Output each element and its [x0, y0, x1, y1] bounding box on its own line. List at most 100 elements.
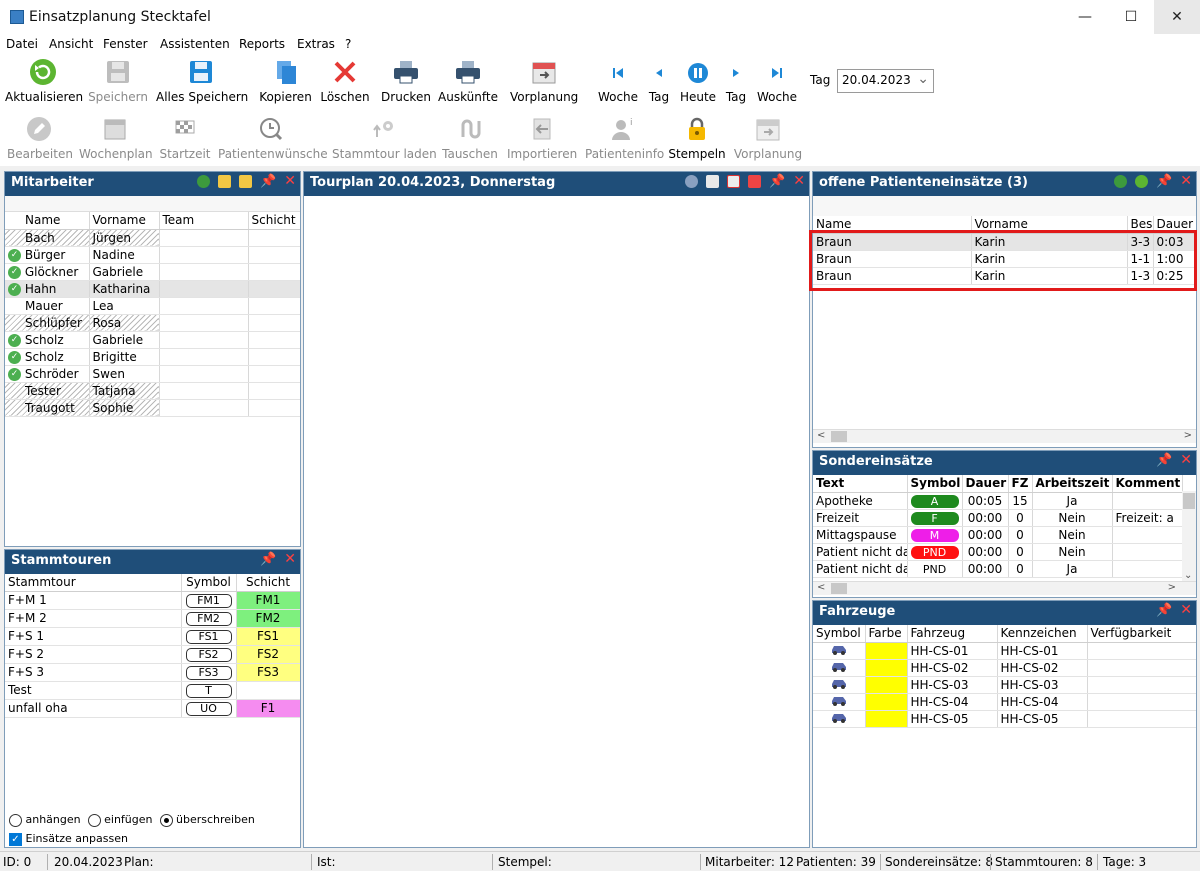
pin-icon[interactable]: 📌: [1156, 604, 1172, 617]
today-button[interactable]: Heute: [678, 62, 718, 104]
swap-button[interactable]: Tauschen: [441, 115, 499, 161]
close-icon[interactable]: ✕: [1180, 174, 1192, 188]
pin-icon[interactable]: 📌: [769, 175, 785, 188]
col-schicht[interactable]: Schicht: [236, 574, 300, 592]
pin-icon[interactable]: 📌: [1156, 454, 1172, 467]
close-window-button[interactable]: ✕: [1154, 0, 1200, 34]
col-symbol[interactable]: Symbol: [907, 475, 963, 493]
menu-assistenten[interactable]: Assistenten: [160, 37, 230, 51]
table-row[interactable]: Tester Tatjana: [5, 382, 300, 400]
col-schicht[interactable]: Schicht: [248, 212, 300, 230]
table-row[interactable]: Test T: [5, 681, 300, 700]
col-verfuegbarkeit[interactable]: Verfügbarkeit: [1087, 625, 1196, 643]
minimize-button[interactable]: —: [1062, 0, 1108, 34]
menu-datei[interactable]: Datei: [6, 37, 38, 51]
book-icon[interactable]: [706, 175, 720, 188]
table-row[interactable]: HH-CS-02 HH-CS-02: [813, 659, 1196, 677]
prev-week-button[interactable]: Woche: [596, 62, 640, 104]
menu-extras[interactable]: Extras: [297, 37, 335, 51]
import-button[interactable]: Importieren: [507, 115, 577, 161]
close-icon[interactable]: ✕: [284, 174, 296, 188]
maximize-button[interactable]: ☐: [1108, 0, 1154, 34]
starttime-button[interactable]: Startzeit: [158, 115, 212, 161]
delete-button[interactable]: Löschen: [320, 58, 370, 104]
save-all-button[interactable]: Alles Speichern: [156, 58, 248, 104]
col-stammtour[interactable]: Stammtour: [5, 574, 182, 592]
table-row[interactable]: F+S 3 FS3 FS3: [5, 663, 300, 682]
table-icon[interactable]: [727, 175, 741, 188]
col-fz[interactable]: FZ: [1008, 475, 1033, 493]
globe-icon[interactable]: [685, 175, 699, 188]
adjust-checkbox[interactable]: ✓: [9, 832, 22, 846]
patient-info-button[interactable]: i Patienteninfo: [585, 115, 664, 161]
vertical-scrollbar[interactable]: ⌄: [1182, 491, 1196, 581]
col-dauer[interactable]: Dauer: [962, 475, 1009, 493]
col-kommentar[interactable]: Komment: [1112, 475, 1183, 493]
pin-icon[interactable]: 📌: [260, 175, 276, 188]
table-row[interactable]: Traugott Sophie: [5, 399, 300, 417]
table-row[interactable]: ✓ Bürger Nadine: [5, 246, 300, 264]
bell-icon[interactable]: [748, 175, 762, 188]
col-farbe[interactable]: Farbe: [865, 625, 908, 643]
col-arbeitszeit[interactable]: Arbeitszeit: [1032, 475, 1113, 493]
print-button[interactable]: Drucken: [380, 58, 432, 104]
globe-icon[interactable]: [1114, 175, 1128, 188]
table-row[interactable]: Bach Jürgen: [5, 229, 300, 247]
close-icon[interactable]: ✕: [1180, 603, 1192, 617]
patient-wishes-button[interactable]: Patientenwünsche: [218, 115, 328, 161]
horizontal-scrollbar[interactable]: < >: [813, 581, 1196, 595]
table-row[interactable]: unfall oha UO F1: [5, 699, 300, 718]
edit-button[interactable]: Bearbeiten: [7, 115, 73, 161]
table-row[interactable]: Patient nicht da PND 00:00 0 Nein: [813, 543, 1183, 561]
table-row[interactable]: HH-CS-03 HH-CS-03: [813, 676, 1196, 694]
vorplanung-button[interactable]: Vorplanung: [510, 58, 578, 104]
table-row[interactable]: HH-CS-04 HH-CS-04: [813, 693, 1196, 711]
date-dropdown[interactable]: 20.04.2023 ⌄: [837, 69, 934, 93]
table-row[interactable]: ✓ Schröder Swen: [5, 365, 300, 383]
table-row[interactable]: F+S 2 FS2 FS2: [5, 645, 300, 664]
load-route-button[interactable]: Stammtour laden: [332, 115, 437, 161]
weekplan-button[interactable]: Wochenplan: [79, 115, 153, 161]
table-row[interactable]: Apotheke A 00:05 15 Ja: [813, 492, 1183, 510]
radio-append[interactable]: [9, 813, 22, 827]
col-vorname[interactable]: Vorname: [89, 212, 160, 230]
close-icon[interactable]: ✕: [284, 552, 296, 566]
save-button[interactable]: Speichern: [88, 58, 148, 104]
prev-day-button[interactable]: Tag: [644, 62, 674, 104]
col-text[interactable]: Text: [813, 475, 908, 493]
stamp-button[interactable]: Stempeln: [668, 115, 726, 161]
table-row[interactable]: Patient nicht da PND 00:00 0 Ja: [813, 560, 1183, 578]
print-info-button[interactable]: Auskünfte: [438, 58, 498, 104]
menu-help[interactable]: ?: [345, 37, 351, 51]
menu-fenster[interactable]: Fenster: [103, 37, 148, 51]
table-row[interactable]: HH-CS-01 HH-CS-01: [813, 642, 1196, 660]
copy-button[interactable]: Kopieren: [258, 58, 313, 104]
folder-open-icon[interactable]: [218, 175, 232, 188]
table-row[interactable]: ✓ Hahn Katharina: [5, 280, 300, 298]
table-row[interactable]: Mauer Lea: [5, 297, 300, 315]
radio-overwrite[interactable]: [159, 813, 173, 827]
next-day-button[interactable]: Tag: [721, 62, 751, 104]
pin-icon[interactable]: 📌: [1156, 175, 1172, 188]
folder-icon[interactable]: [239, 175, 253, 188]
refresh-button[interactable]: Aktualisieren: [5, 58, 83, 104]
col-symbol[interactable]: Symbol: [181, 574, 237, 592]
col-symbol[interactable]: Symbol: [813, 625, 866, 643]
col-name[interactable]: Name: [5, 212, 90, 230]
table-row[interactable]: HH-CS-05 HH-CS-05: [813, 710, 1196, 728]
pin-icon[interactable]: 📌: [260, 553, 276, 566]
table-row[interactable]: F+S 1 FS1 FS1: [5, 627, 300, 646]
col-fahrzeug[interactable]: Fahrzeug: [907, 625, 998, 643]
globe-icon[interactable]: [197, 175, 211, 188]
close-icon[interactable]: ✕: [1180, 453, 1192, 467]
table-row[interactable]: Mittagspause M 00:00 0 Nein: [813, 526, 1183, 544]
vorplanung2-button[interactable]: Vorplanung: [733, 115, 803, 161]
close-icon[interactable]: ✕: [793, 174, 805, 188]
table-row[interactable]: F+M 1 FM1 FM1: [5, 591, 300, 610]
table-row[interactable]: Freizeit F 00:00 0 Nein Freizeit: a: [813, 509, 1183, 527]
table-row[interactable]: ✓ Scholz Gabriele: [5, 331, 300, 349]
table-row[interactable]: ✓ Scholz Brigitte: [5, 348, 300, 366]
horizontal-scrollbar[interactable]: < >: [813, 429, 1196, 443]
next-week-button[interactable]: Woche: [755, 62, 799, 104]
table-row[interactable]: F+M 2 FM2 FM2: [5, 609, 300, 628]
